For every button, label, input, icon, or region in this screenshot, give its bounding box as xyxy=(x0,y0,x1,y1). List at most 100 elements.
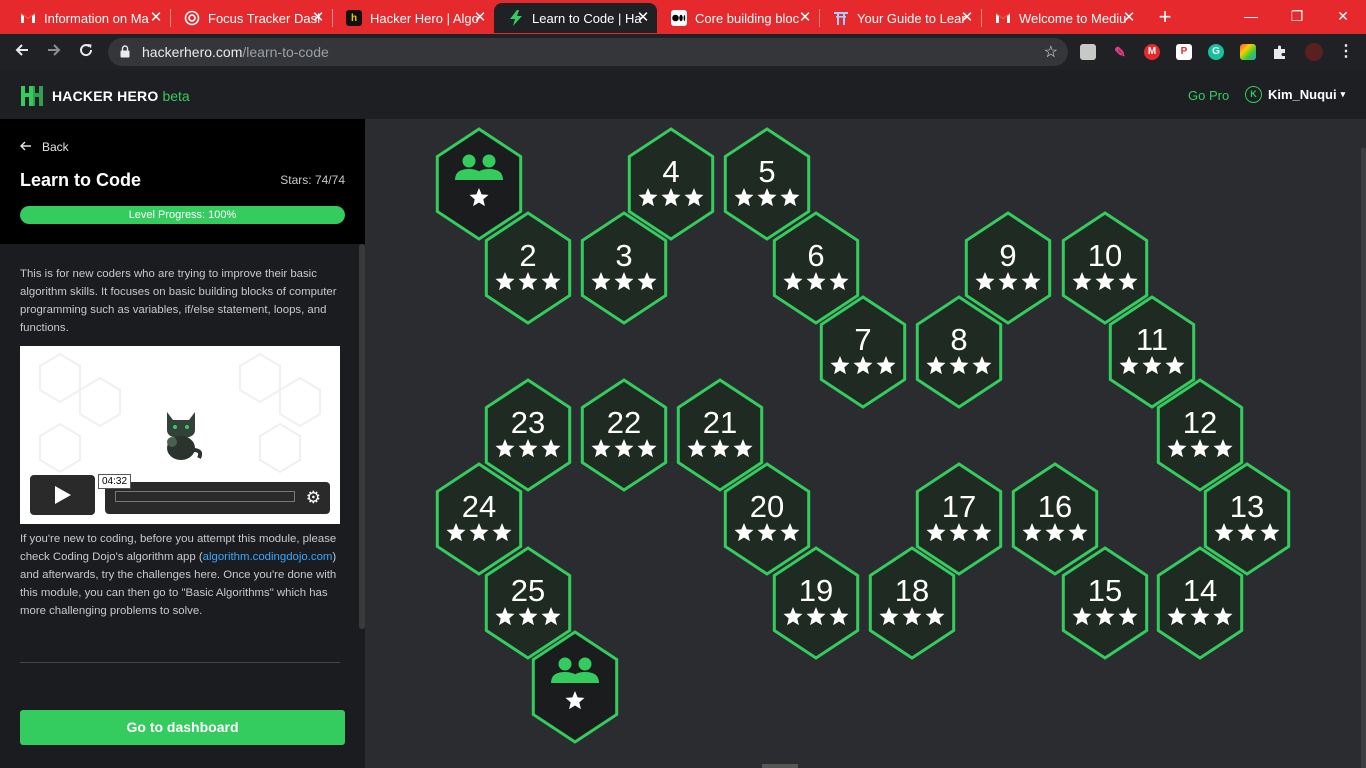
module-description: This is for new coders who are trying to… xyxy=(20,268,337,334)
challenge-hex-10[interactable]: 10 xyxy=(1061,211,1149,325)
map-scrollbar[interactable] xyxy=(1361,148,1366,768)
circle-target-icon xyxy=(184,10,200,26)
challenge-number: 9 xyxy=(999,238,1016,273)
browser-tab-1[interactable]: Information on Ma ✕ xyxy=(6,3,170,33)
chevron-down-icon: ▾ xyxy=(1340,89,1346,99)
challenge-hex-20[interactable]: 20 xyxy=(723,462,811,576)
gear-icon[interactable]: ⚙ xyxy=(306,488,321,508)
challenge-hex-7[interactable]: 7 xyxy=(819,295,907,409)
menu-dots-icon[interactable]: ⋮ xyxy=(1338,44,1354,60)
browser-tab-3[interactable]: h Hacker Hero | Algo ✕ xyxy=(332,3,494,33)
hex-shape xyxy=(435,127,523,241)
close-icon[interactable]: ✕ xyxy=(635,10,651,26)
minimize-button[interactable]: — xyxy=(1228,4,1274,28)
tab-label: Core building bloc xyxy=(695,10,800,26)
back-label: Back xyxy=(42,139,69,154)
window-close-button[interactable]: ✕ xyxy=(1320,4,1366,28)
color-picker-extension-icon[interactable] xyxy=(1240,44,1256,60)
go-pro-link[interactable]: Go Pro xyxy=(1188,88,1229,103)
browser-tab-strip: Information on Ma ✕ Focus Tracker Dash ✕… xyxy=(0,0,1366,34)
back-arrow-icon[interactable] xyxy=(10,40,34,64)
challenge-hex-6[interactable]: 6 xyxy=(772,211,860,325)
logo-beta: beta xyxy=(162,88,190,104)
feather-extension-icon[interactable]: ✎ xyxy=(1112,44,1128,60)
browser-tab-6[interactable]: Your Guide to Lear ✕ xyxy=(819,3,981,33)
grammarly-icon[interactable]: G xyxy=(1208,44,1224,60)
tab-label: Welcome to Mediu xyxy=(1019,10,1127,26)
challenge-hex-18[interactable]: 18 xyxy=(868,546,956,660)
restore-button[interactable]: ❐ xyxy=(1274,4,1320,28)
group-challenge-hex[interactable] xyxy=(435,127,523,241)
close-icon[interactable]: ✕ xyxy=(472,10,488,26)
medium-icon xyxy=(671,10,687,26)
challenge-number: 2 xyxy=(519,238,536,273)
user-avatar-icon: K xyxy=(1245,86,1262,103)
m-extension-icon[interactable]: M xyxy=(1144,44,1160,60)
play-icon xyxy=(55,486,71,504)
challenge-number: 13 xyxy=(1230,489,1264,524)
tab-label: Focus Tracker Dash xyxy=(208,10,320,26)
torii-icon xyxy=(833,10,849,26)
horizontal-scrollbar[interactable] xyxy=(762,764,798,768)
cube-extension-icon[interactable] xyxy=(1080,44,1096,60)
video-duration: 04:32 xyxy=(98,474,132,489)
user-menu[interactable]: K Kim_Nuqui ▾ xyxy=(1245,86,1345,103)
challenge-number: 7 xyxy=(854,322,871,357)
challenge-hex-15[interactable]: 15 xyxy=(1061,546,1149,660)
challenge-hex-8[interactable]: 8 xyxy=(915,295,1003,409)
challenge-hex-14[interactable]: 14 xyxy=(1156,546,1244,660)
back-link[interactable]: Back xyxy=(20,139,69,154)
lock-icon xyxy=(120,45,130,58)
browser-tab-2[interactable]: Focus Tracker Dash ✕ xyxy=(170,3,332,33)
challenge-hex-23[interactable]: 23 xyxy=(484,378,572,492)
bookmark-star-icon[interactable]: ☆ xyxy=(1044,42,1058,62)
pdf-extension-icon[interactable]: P xyxy=(1176,44,1192,60)
challenge-number: 5 xyxy=(758,154,775,189)
logo-text: HACKER HERO xyxy=(52,88,159,104)
challenge-number: 16 xyxy=(1038,489,1072,524)
challenge-number: 4 xyxy=(662,154,679,189)
challenge-hex-25[interactable]: 25 xyxy=(484,546,572,660)
sidebar-header: Back Learn to Code Stars: 74/74 Level Pr… xyxy=(0,119,365,244)
go-to-dashboard-button[interactable]: Go to dashboard xyxy=(20,710,345,745)
hex-shape xyxy=(531,630,619,744)
challenge-hex-2[interactable]: 2 xyxy=(484,211,572,325)
intro-video-player[interactable]: ⚙ 04:32 xyxy=(20,346,340,524)
browser-tab-4-active[interactable]: Learn to Code | Ha ✕ xyxy=(494,3,657,33)
close-icon[interactable]: ✕ xyxy=(1121,10,1137,26)
browser-tab-5[interactable]: Core building bloc ✕ xyxy=(657,3,819,33)
challenge-hex-19[interactable]: 19 xyxy=(772,546,860,660)
challenge-hex-16[interactable]: 16 xyxy=(1011,462,1099,576)
challenge-hex-13[interactable]: 13 xyxy=(1203,462,1291,576)
close-icon[interactable]: ✕ xyxy=(148,10,164,26)
extensions-puzzle-icon[interactable] xyxy=(1272,44,1288,60)
challenge-hex-22[interactable]: 22 xyxy=(580,378,668,492)
close-icon[interactable]: ✕ xyxy=(310,10,326,26)
challenge-hex-9[interactable]: 9 xyxy=(964,211,1052,325)
challenge-hex-12[interactable]: 12 xyxy=(1156,378,1244,492)
address-bar[interactable]: hackerhero.com/learn-to-code ☆ xyxy=(108,38,1068,66)
hacker-hero-logo[interactable]: HACKER HERO beta xyxy=(20,85,190,107)
challenge-hex-24[interactable]: 24 xyxy=(435,462,523,576)
profile-avatar[interactable] xyxy=(1305,43,1323,61)
browser-tab-7[interactable]: Welcome to Mediu ✕ xyxy=(981,3,1143,33)
video-play-button[interactable] xyxy=(30,475,95,515)
codingdojo-link[interactable]: algorithm.codingdojo.com xyxy=(203,551,333,563)
reload-icon[interactable] xyxy=(74,40,98,64)
challenge-hex-5[interactable]: 5 xyxy=(723,127,811,241)
group-challenge-hex[interactable] xyxy=(531,630,619,744)
url-path: /learn-to-code xyxy=(242,44,329,60)
forward-arrow-icon[interactable] xyxy=(42,40,66,64)
challenge-hex-4[interactable]: 4 xyxy=(627,127,715,241)
tab-label: Your Guide to Lear xyxy=(857,10,966,26)
challenge-hex-17[interactable]: 17 xyxy=(915,462,1003,576)
challenge-hex-21[interactable]: 21 xyxy=(676,378,764,492)
video-seek-bar[interactable] xyxy=(115,491,295,502)
video-controls: ⚙ xyxy=(105,482,330,514)
close-icon[interactable]: ✕ xyxy=(797,10,813,26)
challenge-number: 12 xyxy=(1183,405,1217,440)
challenge-hex-3[interactable]: 3 xyxy=(580,211,668,325)
close-icon[interactable]: ✕ xyxy=(959,10,975,26)
new-tab-button[interactable]: + xyxy=(1154,6,1176,28)
challenge-hex-11[interactable]: 11 xyxy=(1108,295,1196,409)
